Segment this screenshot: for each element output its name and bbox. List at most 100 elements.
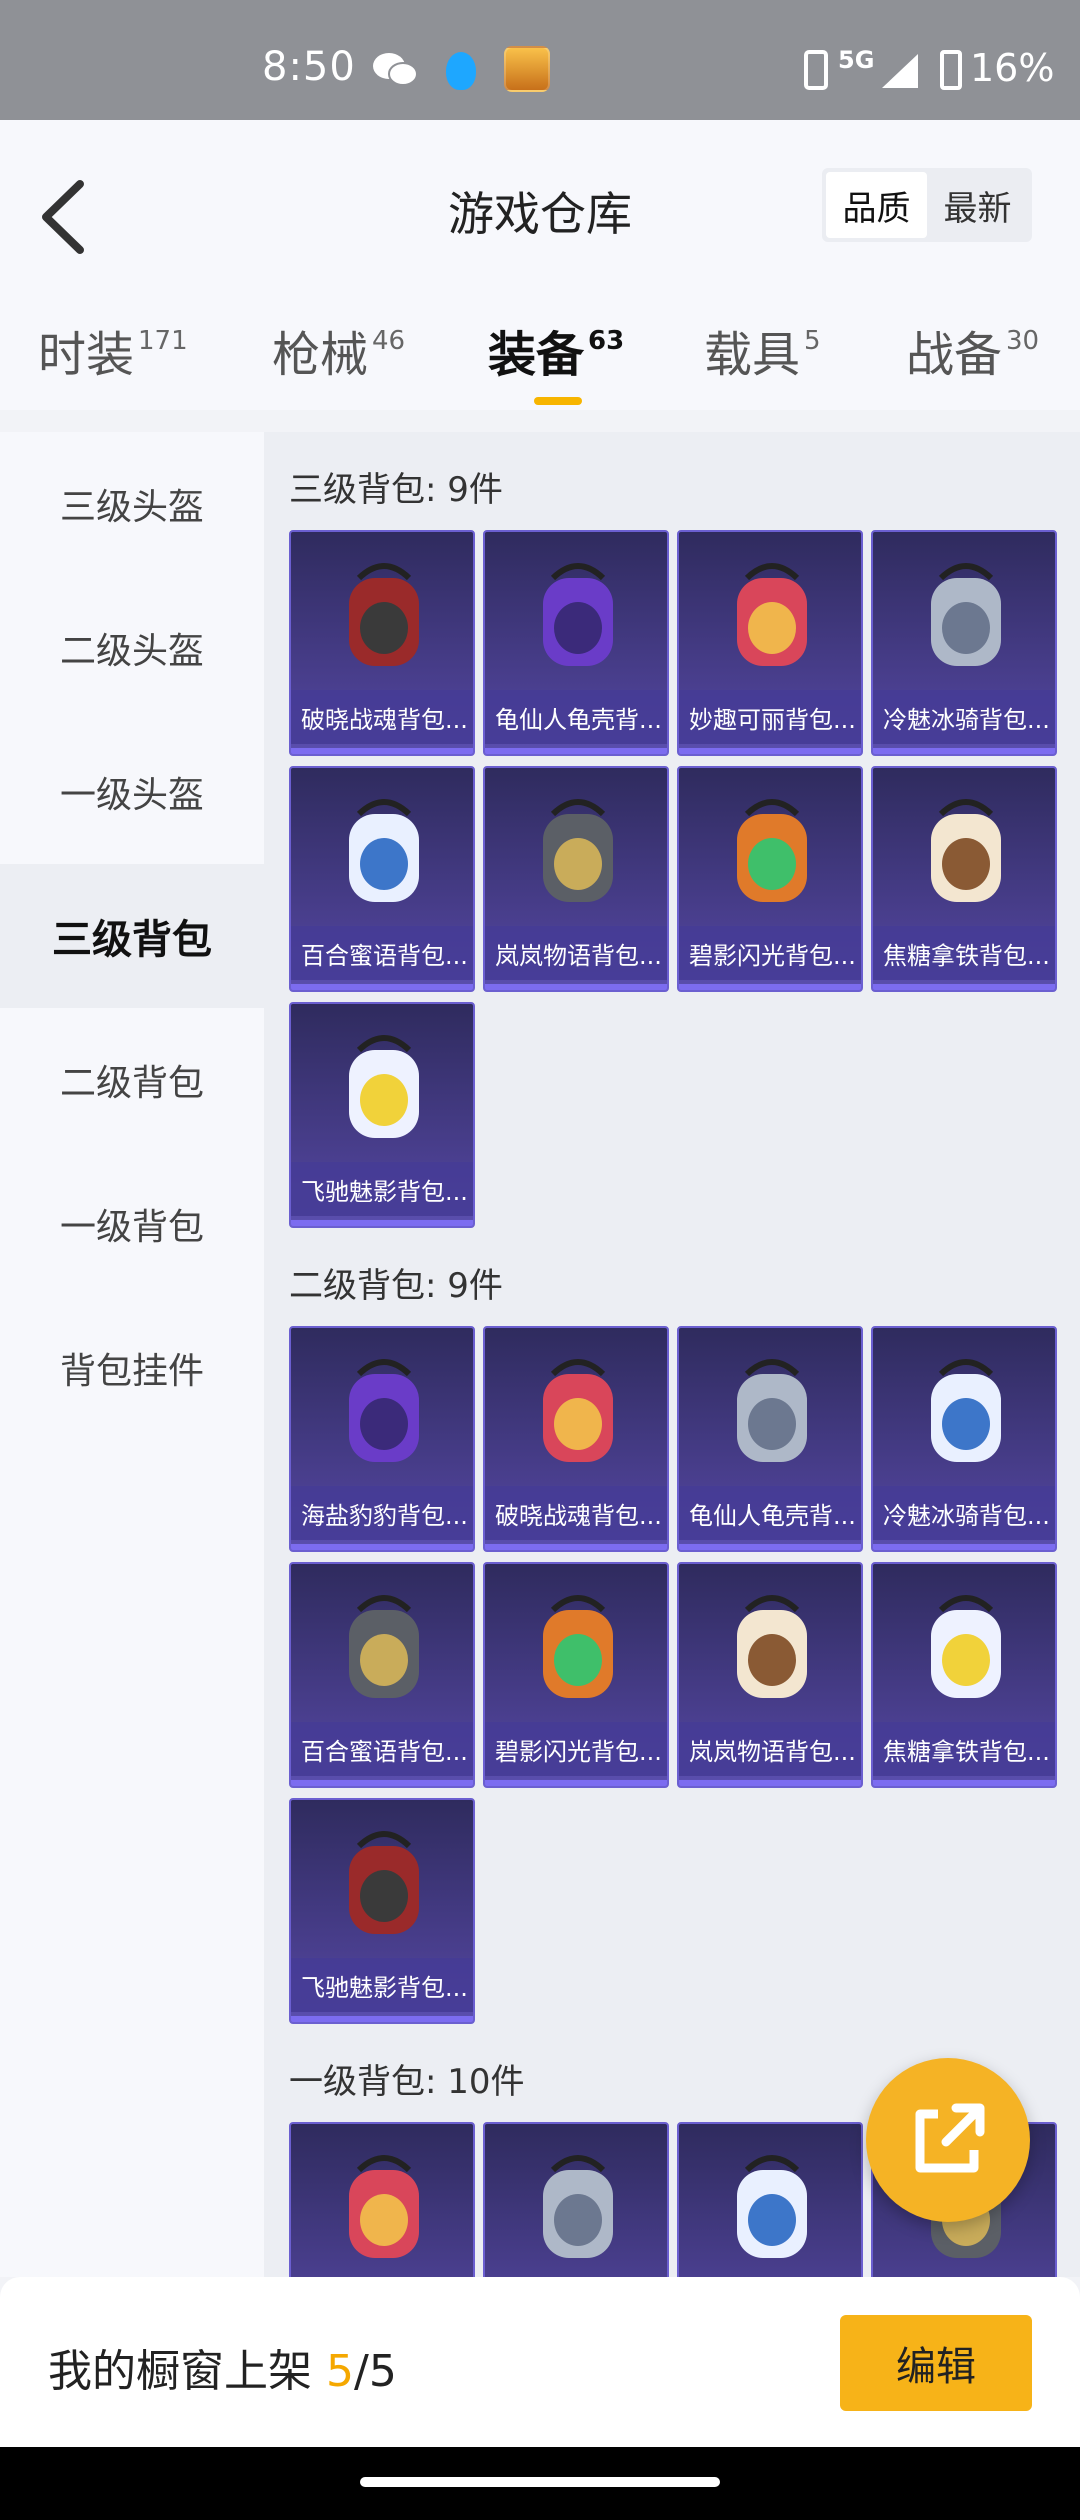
sidebar: 三级头盔 二级头盔 一级头盔 三级背包 二级背包 一级背包 背包挂件 bbox=[0, 432, 264, 2277]
backpack-icon bbox=[543, 563, 613, 666]
item-card[interactable]: 破晓战魂背包... bbox=[289, 530, 475, 756]
tab-equipment[interactable]: 装备 63 bbox=[488, 315, 624, 385]
item-label: 百合蜜语背包... bbox=[291, 1722, 473, 1776]
item-card[interactable]: 龟仙人龟壳背... bbox=[677, 1326, 863, 1552]
backpack-icon bbox=[349, 1035, 419, 1138]
item-label: 冷魅冰骑背包... bbox=[873, 690, 1055, 744]
qq-icon bbox=[446, 52, 476, 90]
edit-button[interactable]: 编辑 bbox=[840, 2315, 1032, 2411]
backpack-icon bbox=[349, 1831, 419, 1934]
tab-vehicles[interactable]: 载具 5 bbox=[704, 315, 821, 385]
item-label: 岚岚物语背包... bbox=[679, 1722, 861, 1776]
backpack-icon bbox=[737, 799, 807, 902]
backpack-icon bbox=[543, 2155, 613, 2258]
item-label: 龟仙人龟壳背... bbox=[485, 690, 667, 744]
battery-level: 16% bbox=[970, 46, 1055, 90]
item-label: 百合蜜语背包... bbox=[291, 926, 473, 980]
share-external-icon bbox=[915, 2103, 985, 2173]
tab-supplies[interactable]: 战备 30 bbox=[906, 315, 1039, 385]
item-card[interactable]: 飞驰魅影背包... bbox=[289, 1002, 475, 1228]
section-title-level1: 一级背包: 10件 bbox=[289, 2062, 525, 2102]
item-label: 龟仙人龟壳背... bbox=[679, 1486, 861, 1540]
item-card[interactable]: 岚岚物语背包... bbox=[483, 766, 669, 992]
item-card[interactable]: 百合蜜语背包... bbox=[289, 1562, 475, 1788]
backpack-icon bbox=[931, 799, 1001, 902]
sort-newest-button[interactable]: 最新 bbox=[927, 172, 1028, 238]
backpack-icon bbox=[737, 1359, 807, 1462]
item-label: 飞驰魅影背包... bbox=[291, 1162, 473, 1216]
signal-icon bbox=[882, 54, 918, 88]
backpack-icon bbox=[349, 563, 419, 666]
category-tabs: 时装 171 枪械 46 装备 63 载具 5 战备 30 bbox=[0, 315, 1080, 405]
sidebar-item-backpack-pendant[interactable]: 背包挂件 bbox=[0, 1296, 264, 1440]
item-label: 岚岚物语背包... bbox=[485, 926, 667, 980]
item-card[interactable]: 飞驰魅影背包... bbox=[289, 1798, 475, 2024]
app-notification-icon bbox=[504, 46, 550, 92]
sort-quality-button[interactable]: 品质 bbox=[826, 172, 927, 238]
backpack-icon bbox=[543, 1595, 613, 1698]
tab-fashion[interactable]: 时装 171 bbox=[38, 315, 188, 385]
item-grid: 三级背包: 9件 二级背包: 9件 一级背包: 10件 破晓战魂背包... 龟仙人… bbox=[264, 432, 1080, 2277]
item-card[interactable]: 百合蜜语背包... bbox=[289, 766, 475, 992]
tab-guns[interactable]: 枪械 46 bbox=[272, 315, 405, 385]
item-label: 飞驰魅影背包... bbox=[291, 1958, 473, 2012]
sidebar-item-level1-helmet[interactable]: 一级头盔 bbox=[0, 720, 264, 864]
system-nav-bar bbox=[0, 2447, 1080, 2520]
sort-switch: 品质 最新 bbox=[822, 168, 1032, 242]
status-time: 8:50 bbox=[262, 44, 356, 90]
item-card[interactable] bbox=[289, 2122, 475, 2277]
sidebar-item-level1-backpack[interactable]: 一级背包 bbox=[0, 1152, 264, 1296]
backpack-icon bbox=[931, 563, 1001, 666]
item-card[interactable]: 碧影闪光背包... bbox=[483, 1562, 669, 1788]
item-card[interactable]: 龟仙人龟壳背... bbox=[483, 530, 669, 756]
item-card[interactable] bbox=[483, 2122, 669, 2277]
item-label: 冷魅冰骑背包... bbox=[873, 1486, 1055, 1540]
section-title-level3: 三级背包: 9件 bbox=[289, 470, 503, 510]
sidebar-item-level3-backpack[interactable]: 三级背包 bbox=[0, 864, 264, 1008]
item-card[interactable]: 碧影闪光背包... bbox=[677, 766, 863, 992]
item-label: 碧影闪光背包... bbox=[485, 1722, 667, 1776]
item-label: 破晓战魂背包... bbox=[485, 1486, 667, 1540]
sidebar-item-level2-backpack[interactable]: 二级背包 bbox=[0, 1008, 264, 1152]
item-card[interactable]: 焦糖拿铁背包... bbox=[871, 1562, 1057, 1788]
backpack-icon bbox=[931, 1359, 1001, 1462]
sidebar-item-level2-helmet[interactable]: 二级头盔 bbox=[0, 576, 264, 720]
item-label: 妙趣可丽背包... bbox=[679, 690, 861, 744]
backpack-icon bbox=[349, 1359, 419, 1462]
backpack-icon bbox=[349, 2155, 419, 2258]
backpack-icon bbox=[543, 1359, 613, 1462]
backpack-icon bbox=[349, 799, 419, 902]
backpack-icon bbox=[931, 1595, 1001, 1698]
item-card[interactable]: 妙趣可丽背包... bbox=[677, 530, 863, 756]
home-handle[interactable] bbox=[360, 2477, 720, 2487]
item-label: 碧影闪光背包... bbox=[679, 926, 861, 980]
item-card[interactable]: 岚岚物语背包... bbox=[677, 1562, 863, 1788]
wechat-icon bbox=[373, 53, 418, 86]
item-label: 破晓战魂背包... bbox=[291, 690, 473, 744]
backpack-icon bbox=[349, 1595, 419, 1698]
item-card[interactable]: 冷魅冰骑背包... bbox=[871, 1326, 1057, 1552]
shelf-status: 我的橱窗上架 5/5 bbox=[48, 2346, 397, 2397]
network-type: 5G bbox=[838, 46, 875, 74]
backpack-icon bbox=[737, 2155, 807, 2258]
bottom-bar: 我的橱窗上架 5/5 编辑 bbox=[0, 2277, 1080, 2447]
backpack-icon bbox=[737, 563, 807, 666]
active-tab-indicator bbox=[534, 397, 582, 405]
sidebar-item-level3-helmet[interactable]: 三级头盔 bbox=[0, 432, 264, 576]
backpack-icon bbox=[543, 799, 613, 902]
item-label: 海盐豹豹背包... bbox=[291, 1486, 473, 1540]
item-card[interactable]: 焦糖拿铁背包... bbox=[871, 766, 1057, 992]
sim-icon bbox=[804, 50, 828, 90]
status-bar: 8:50 5G 16% bbox=[0, 0, 1080, 120]
item-card[interactable]: 海盐豹豹背包... bbox=[289, 1326, 475, 1552]
share-button[interactable] bbox=[866, 2058, 1030, 2222]
section-title-level2: 二级背包: 9件 bbox=[289, 1266, 503, 1306]
battery-icon bbox=[940, 50, 962, 90]
item-label: 焦糖拿铁背包... bbox=[873, 1722, 1055, 1776]
item-card[interactable]: 冷魅冰骑背包... bbox=[871, 530, 1057, 756]
item-card[interactable] bbox=[677, 2122, 863, 2277]
backpack-icon bbox=[737, 1595, 807, 1698]
item-card[interactable]: 破晓战魂背包... bbox=[483, 1326, 669, 1552]
shelf-count: 5 bbox=[326, 2346, 354, 2397]
item-label: 焦糖拿铁背包... bbox=[873, 926, 1055, 980]
